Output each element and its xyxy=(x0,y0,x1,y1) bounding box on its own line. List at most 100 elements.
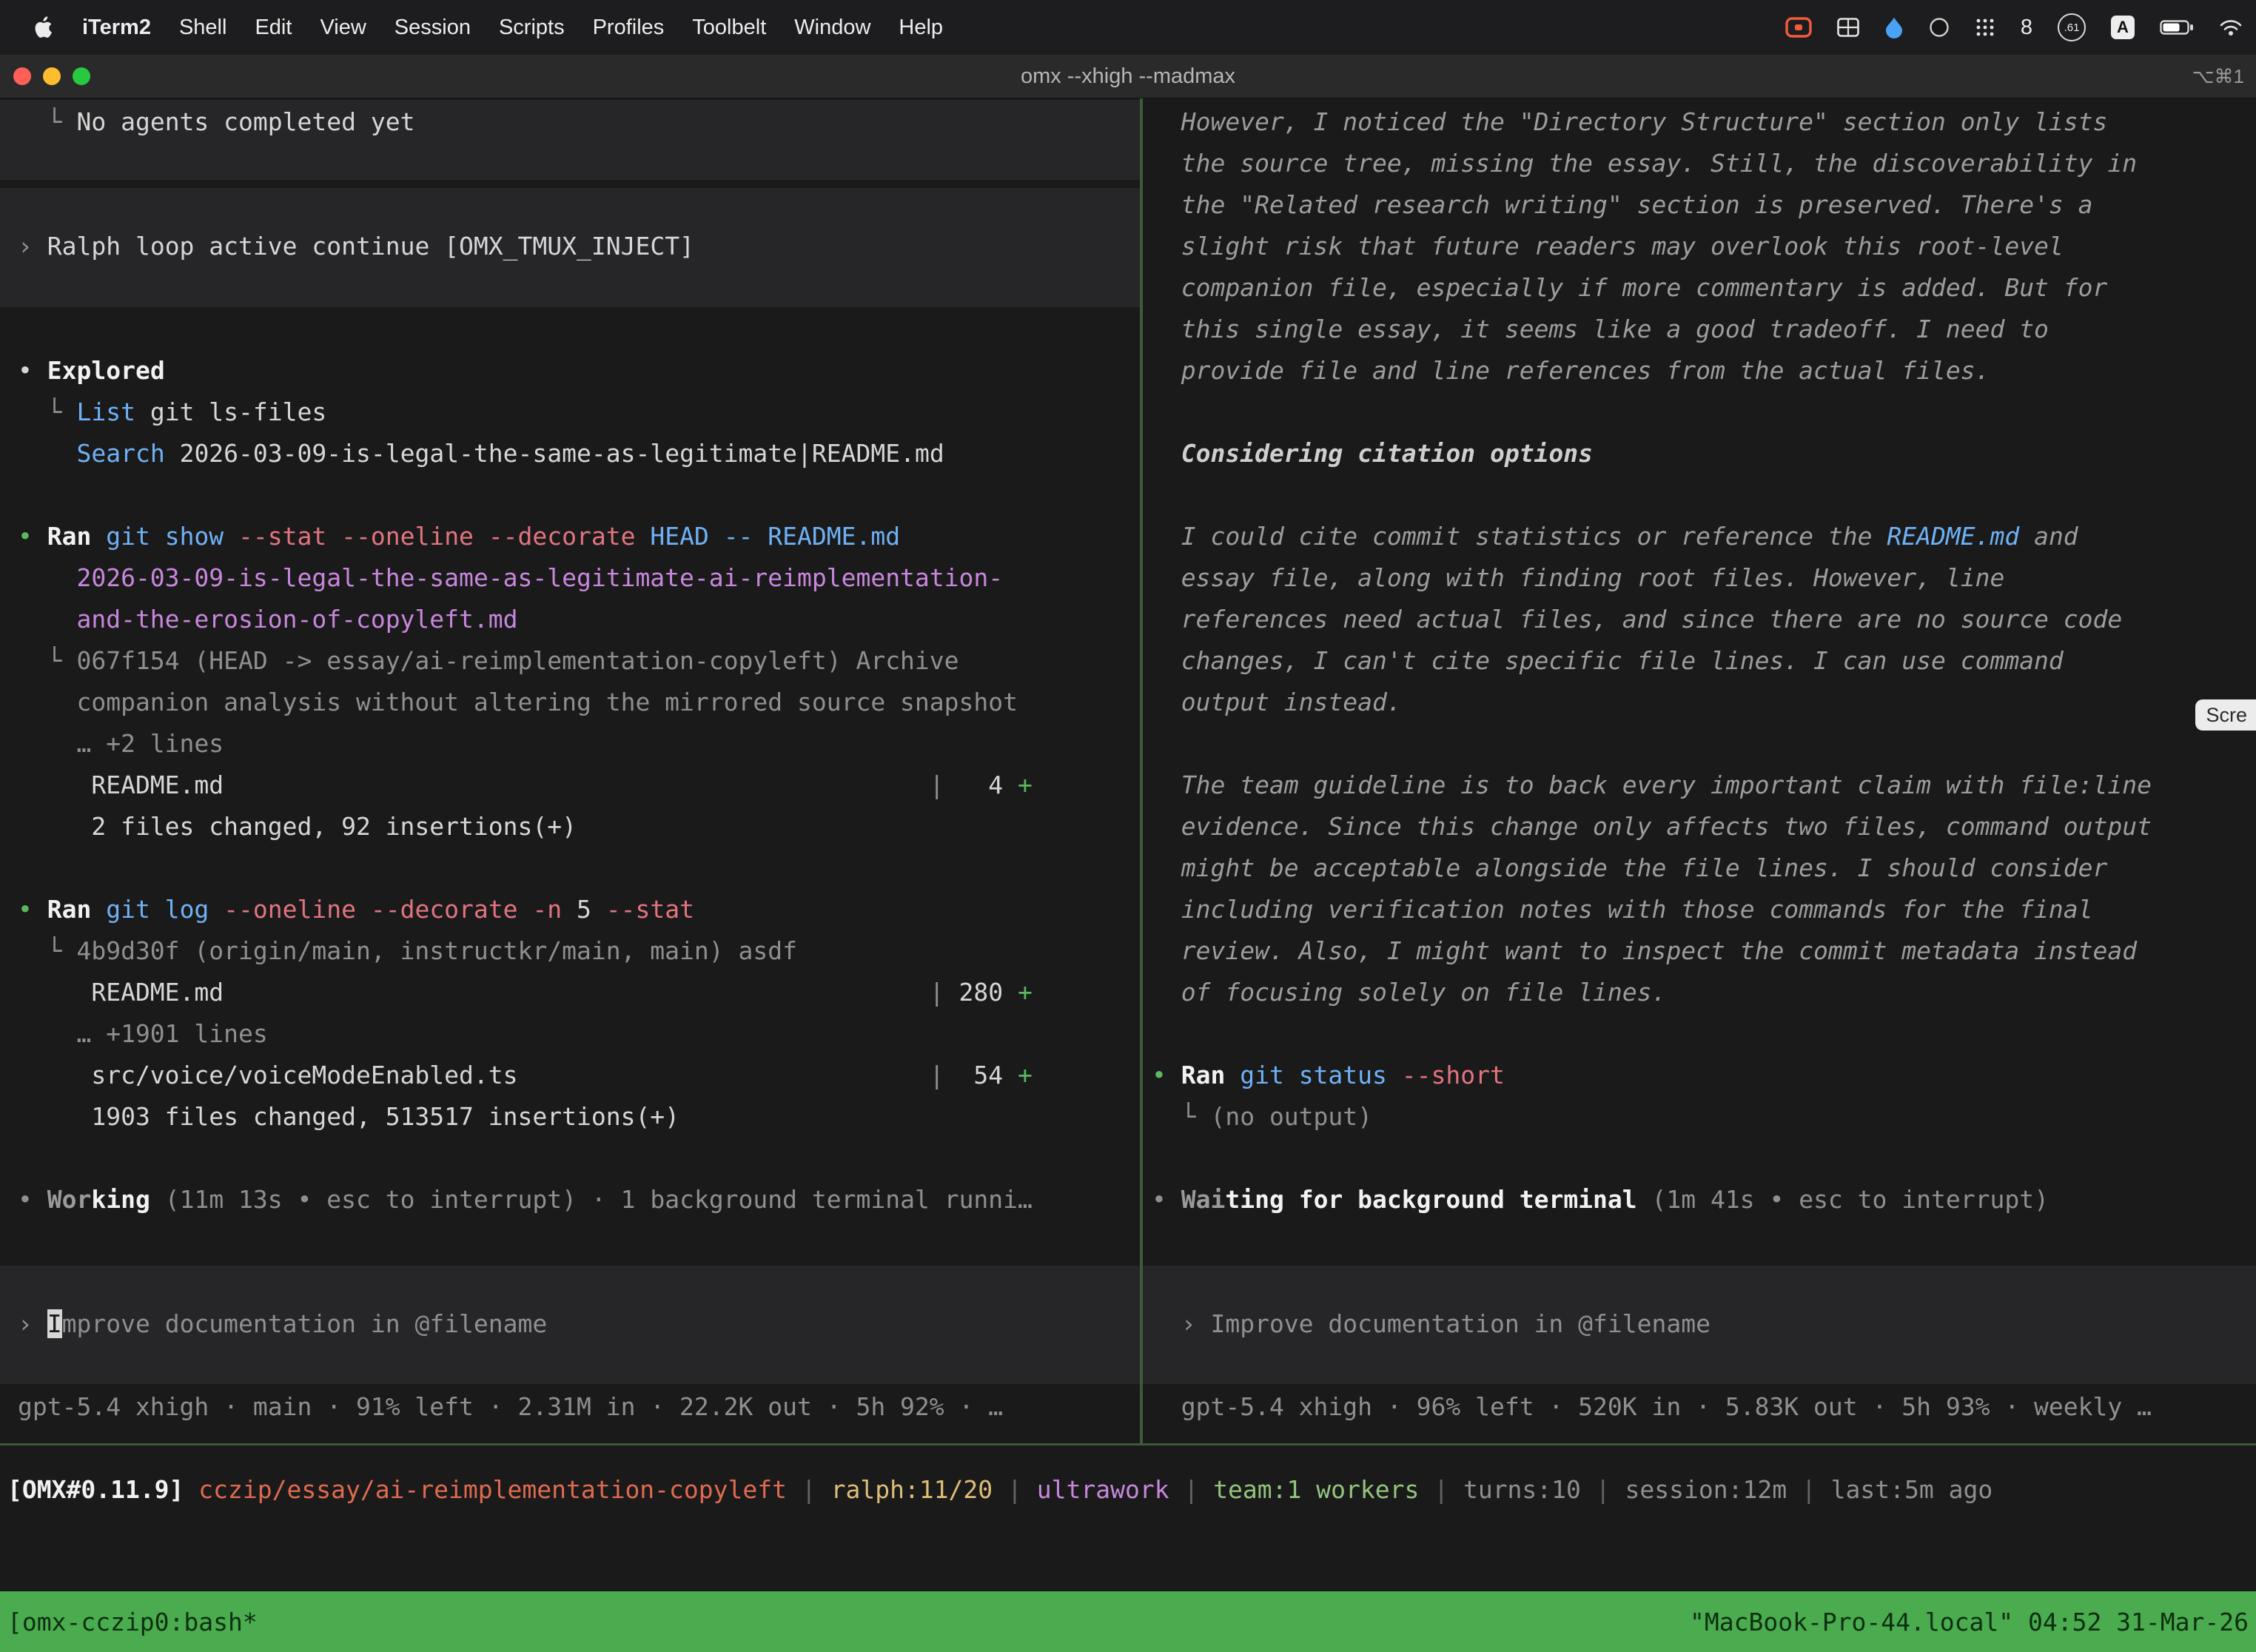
text-fragment: └ xyxy=(18,107,76,136)
tmux-pane-left[interactable]: └ No agents completed yet› Ralph loop ac… xyxy=(0,98,1140,1443)
apple-menu[interactable] xyxy=(19,16,68,38)
text-fragment xyxy=(18,439,76,468)
terminal-line: └ No agents completed yet xyxy=(18,101,1140,143)
text-fragment: including verification notes with those … xyxy=(1152,895,2093,924)
text-fragment: + xyxy=(1018,978,1033,1007)
menu-status-icons: 8 .61 A xyxy=(1785,13,2256,41)
menu-item-profiles[interactable]: Profiles xyxy=(579,16,679,40)
terminal-line: output instead. xyxy=(1152,682,2256,723)
gauge-icon[interactable]: .61 xyxy=(2058,13,2086,41)
terminal-line: I could cite commit statistics or refere… xyxy=(1152,516,2256,557)
text-fragment: Ran xyxy=(47,895,92,924)
menu-item-session[interactable]: Session xyxy=(380,16,485,40)
text-fragment: session:12m xyxy=(1625,1475,1787,1504)
terminal-line: Considering citation options xyxy=(1152,433,2256,474)
text-fragment: README.md xyxy=(1887,522,2019,551)
text-fragment: › Improve documentation in @filename xyxy=(1152,1309,1711,1338)
text-fragment: 2 files changed, 92 insertions(+) xyxy=(18,812,577,841)
menu-item-view[interactable]: View xyxy=(306,16,380,40)
terminal-line: README.md | 280 + xyxy=(18,972,1140,1013)
terminal-line: └ List git ls-files xyxy=(18,392,1140,433)
terminal-line: review. Also, I might want to inspect th… xyxy=(1152,930,2256,972)
droplet-icon[interactable] xyxy=(1884,16,1904,38)
text-fragment: and xyxy=(2019,522,2078,551)
text-fragment: ralph:11/20 xyxy=(831,1475,993,1504)
text-fragment: › xyxy=(18,232,47,261)
text-fragment: • xyxy=(18,356,47,385)
menu-item-shell[interactable]: Shell xyxy=(165,16,241,40)
terminal-line: might be acceptable alongside the file l… xyxy=(1152,847,2256,889)
text-fragment: └ 067f154 (HEAD -> essay/ai-reimplementa… xyxy=(18,646,959,675)
window-title-bar[interactable]: omx --xhigh --madmax ⌥⌘1 xyxy=(0,55,2256,98)
menu-item-help[interactable]: Help xyxy=(884,16,957,40)
menu-item-scripts[interactable]: Scripts xyxy=(485,16,579,40)
text-fragment: gpt-5.4 xhigh · main · 91% left · 2.31M … xyxy=(18,1392,1003,1421)
terminal-line: the "Related research writing" section i… xyxy=(1152,184,2256,226)
terminal-line: companion file, especially if more comme… xyxy=(1152,267,2256,309)
terminal-line: essay file, along with finding root file… xyxy=(1152,557,2256,599)
text-fragment: the source tree, missing the essay. Stil… xyxy=(1152,149,2137,178)
terminal-line xyxy=(1152,1220,2256,1262)
tmux-session-label: [omx-cczip0:bash* xyxy=(7,1608,258,1636)
text-fragment: › xyxy=(18,1309,47,1338)
menu-item-edit[interactable]: Edit xyxy=(241,16,306,40)
text-fragment: this single essay, it seems like a good … xyxy=(1152,315,2049,343)
text-fragment: 2026-03-09-is-legal-the-same-as-legitima… xyxy=(165,439,944,468)
zoom-button[interactable] xyxy=(73,67,90,85)
terminal-line: evidence. Since this change only affects… xyxy=(1152,806,2256,847)
terminal-line: of focusing solely on file lines. xyxy=(1152,972,2256,1013)
pane-bottom-border xyxy=(0,1443,2256,1446)
terminal: └ No agents completed yet› Ralph loop ac… xyxy=(0,98,2256,1652)
terminal-line: • Explored xyxy=(18,350,1140,392)
text-fragment: --stat xyxy=(606,895,694,924)
text-fragment: 1903 files changed, 513517 insertions(+) xyxy=(18,1102,679,1131)
terminal-line: › Improve documentation in @filename xyxy=(1152,1303,2256,1345)
terminal-line: 2 files changed, 92 insertions(+) xyxy=(18,806,1140,847)
screen-recording-indicator-icon[interactable] xyxy=(1785,17,1812,38)
text-fragment: | xyxy=(1169,1475,1214,1504)
text-fragment: slight risk that future readers may over… xyxy=(1152,232,2064,261)
text-fragment: Explored xyxy=(47,356,165,385)
text-fragment: The team guideline is to back every impo… xyxy=(1152,770,2152,799)
close-button[interactable] xyxy=(13,67,31,85)
battery-icon[interactable] xyxy=(2160,19,2194,36)
dots-grid-icon[interactable] xyxy=(1975,17,1995,38)
terminal-line: • Ran git log --oneline --decorate -n 5 … xyxy=(18,889,1140,930)
text-fragment: └ xyxy=(18,397,76,426)
text-fragment: List xyxy=(76,397,135,426)
dark-circle-icon[interactable] xyxy=(1929,17,1950,38)
text-fragment: might be acceptable alongside the file l… xyxy=(1152,853,2107,882)
screen-share-tooltip[interactable]: Scre xyxy=(2195,699,2256,731)
text-fragment: last:5m ago xyxy=(1831,1475,1993,1504)
tmux-pane-right[interactable]: However, I noticed the "Directory Struct… xyxy=(1143,98,2256,1443)
terminal-line: └ 067f154 (HEAD -> essay/ai-reimplementa… xyxy=(18,640,1140,682)
terminal-line xyxy=(1152,474,2256,516)
tmux-host-time: "MacBook-Pro-44.local" 04:52 31-Mar-26 xyxy=(1690,1608,2249,1636)
terminal-line: … +2 lines xyxy=(18,723,1140,765)
grid-icon[interactable] xyxy=(1837,18,1859,37)
text-fragment: Considering citation options xyxy=(1152,439,1593,468)
terminal-line xyxy=(18,1345,1140,1386)
terminal-line: 1903 files changed, 513517 insertions(+) xyxy=(18,1096,1140,1138)
menu-item-toolbelt[interactable]: Toolbelt xyxy=(678,16,780,40)
terminal-line: and-the-erosion-of-copyleft.md xyxy=(18,599,1140,640)
menu-item-iterm2[interactable]: iTerm2 xyxy=(68,16,165,40)
text-fragment: 2026-03-09-is-legal-the-same-as-legitima… xyxy=(18,563,1003,592)
text-fragment: • xyxy=(1152,1185,1181,1214)
text-fragment: companion file, especially if more comme… xyxy=(1152,273,2107,302)
app-icon-8[interactable]: 8 xyxy=(2021,16,2032,40)
minimize-button[interactable] xyxy=(43,67,61,85)
text-fragment: (1m 41s • esc to interrupt) xyxy=(1637,1185,2049,1214)
input-source-icon[interactable]: A xyxy=(2111,16,2135,39)
window-shortcut: ⌥⌘1 xyxy=(2192,65,2244,88)
text-fragment: cczip/essay/ai-reimplementation-copyleft xyxy=(198,1475,787,1504)
text-fragment: --oneline --decorate -n xyxy=(224,895,562,924)
terminal-line xyxy=(18,184,1140,226)
text-fragment: changes, I can't cite specific file line… xyxy=(1152,646,2064,675)
menu-bar: iTerm2 Shell Edit View Session Scripts P… xyxy=(0,0,2256,55)
wifi-icon[interactable] xyxy=(2219,19,2243,36)
apple-logo-icon xyxy=(34,16,53,38)
text-fragment: | xyxy=(930,770,944,799)
menu-item-window[interactable]: Window xyxy=(780,16,884,40)
terminal-line: README.md | 4 + xyxy=(18,765,1140,806)
